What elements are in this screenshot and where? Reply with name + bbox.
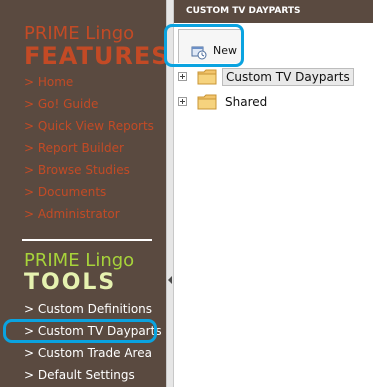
nav-documents[interactable]: > Documents	[24, 182, 106, 202]
new-button[interactable]: New	[178, 29, 242, 63]
tree-row-shared: Shared	[174, 91, 373, 115]
panel-toolbar: New	[164, 23, 373, 67]
new-document-icon	[191, 46, 207, 60]
nav-report-builder[interactable]: > Report Builder	[24, 138, 124, 158]
nav-go-guide[interactable]: > Go! Guide	[24, 94, 98, 114]
folder-icon	[197, 69, 217, 85]
folder-icon	[197, 94, 217, 110]
highlight-custom-tv-dayparts	[3, 319, 157, 343]
nav-custom-trade-area[interactable]: > Custom Trade Area	[24, 343, 152, 363]
nav-browse-studies[interactable]: > Browse Studies	[24, 160, 130, 180]
features-title-bottom: FEATURES	[24, 42, 166, 70]
tree-row-custom-tv-dayparts: Custom TV Dayparts	[174, 66, 373, 90]
tools-title-bottom: TOOLS	[24, 270, 117, 295]
nav-custom-definitions[interactable]: > Custom Definitions	[24, 299, 152, 319]
splitter-arrow-icon[interactable]	[168, 276, 172, 284]
expand-plus-icon[interactable]	[178, 97, 187, 106]
nav-default-settings[interactable]: > Default Settings	[24, 365, 135, 385]
panel-title: CUSTOM TV DAYPARTS	[174, 0, 373, 23]
nav-administrator[interactable]: > Administrator	[24, 204, 120, 224]
tree-label-shared[interactable]: Shared	[222, 95, 270, 109]
expand-plus-icon[interactable]	[178, 72, 187, 81]
panel-splitter[interactable]	[166, 0, 174, 387]
features-title-top: PRIME Lingo	[24, 23, 135, 44]
tree-label-custom-tv-dayparts[interactable]: Custom TV Dayparts	[222, 68, 354, 86]
tools-title-top: PRIME Lingo	[24, 250, 135, 271]
dayparts-tree: Custom TV Dayparts Shared	[174, 66, 373, 156]
sidebar: PRIME Lingo FEATURES > Home > Go! Guide …	[0, 0, 166, 387]
sidebar-divider	[22, 239, 152, 241]
dayparts-panel: CUSTOM TV DAYPARTS New Custom TV Daypart…	[164, 0, 373, 387]
nav-home[interactable]: > Home	[24, 72, 73, 92]
nav-quick-view-reports[interactable]: > Quick View Reports	[24, 116, 154, 136]
new-button-label: New	[213, 44, 237, 57]
